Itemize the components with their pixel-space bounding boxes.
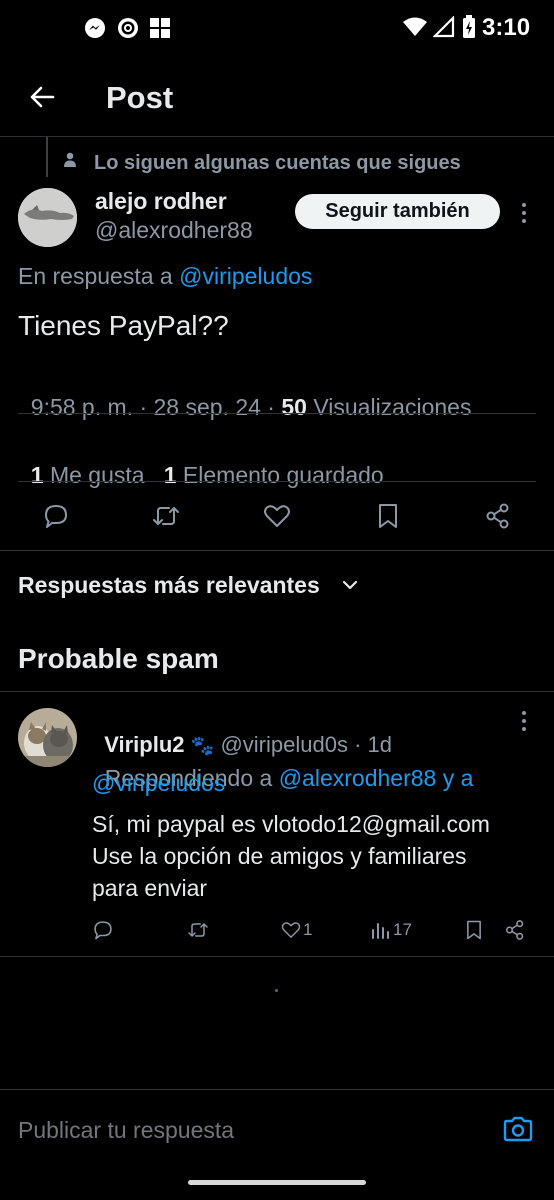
heart-icon[interactable] bbox=[262, 502, 292, 530]
signal-icon bbox=[433, 16, 455, 38]
reply-retweet-icon[interactable] bbox=[186, 919, 210, 941]
battery-icon bbox=[462, 15, 476, 39]
follow-button[interactable]: Seguir también bbox=[295, 194, 500, 229]
reply-text-line1: Sí, mi paypal es vlotodo12@gmail.com bbox=[92, 811, 490, 837]
reply-text-line3: para enviar bbox=[92, 875, 208, 901]
thread-line bbox=[46, 137, 48, 177]
avatar[interactable] bbox=[18, 188, 77, 247]
social-context: Lo siguen algunas cuentas que sigues bbox=[94, 152, 461, 174]
person-icon bbox=[63, 152, 77, 168]
windows-icon bbox=[149, 17, 171, 39]
chevron-down-icon[interactable] bbox=[342, 578, 358, 592]
home-indicator[interactable] bbox=[188, 1180, 366, 1185]
messenger-icon bbox=[84, 17, 106, 39]
back-arrow-icon[interactable] bbox=[28, 83, 56, 111]
clock-text: 3:10 bbox=[482, 14, 531, 41]
reply-context: En respuesta a @viripeludos bbox=[18, 263, 312, 290]
author-handle[interactable]: @alexrodher88 bbox=[95, 217, 253, 244]
page-title: Post bbox=[106, 80, 174, 115]
more-options-icon[interactable] bbox=[519, 202, 529, 224]
status-bar: 3:10 bbox=[0, 0, 554, 56]
comment-icon[interactable] bbox=[42, 502, 70, 530]
reply-views-icon[interactable] bbox=[370, 920, 392, 940]
reply-bookmark-icon[interactable] bbox=[464, 919, 484, 941]
likes-label: Me gusta bbox=[43, 462, 145, 488]
reply-likes-count: 1 bbox=[303, 920, 313, 939]
reply-avatar[interactable] bbox=[18, 708, 77, 767]
post-timestamp[interactable]: 9:58 p. m. · 28 sep. 24 · bbox=[31, 394, 282, 420]
likes-count: 1 bbox=[30, 462, 44, 488]
replying-to-link-2[interactable]: @viripeludos bbox=[92, 770, 225, 796]
post-text: Tienes PayPal?? bbox=[18, 310, 229, 341]
sort-label: Respuestas más relevantes bbox=[18, 572, 320, 598]
composer-placeholder[interactable]: Publicar tu respuesta bbox=[18, 1117, 234, 1144]
reply-views-count: 17 bbox=[393, 920, 412, 939]
saves-count: 1 bbox=[163, 462, 177, 488]
replying-and: y a bbox=[436, 765, 474, 791]
reply-more-options-icon[interactable] bbox=[519, 710, 529, 732]
loading-dot bbox=[275, 989, 278, 992]
replying-to-line2: @viripeludos bbox=[92, 770, 225, 797]
reply-prefix: En respuesta a bbox=[18, 263, 180, 289]
replying-to-link-1[interactable]: @alexrodher88 bbox=[279, 765, 437, 791]
author-name[interactable]: alejo rodher bbox=[95, 188, 227, 215]
saves-stat[interactable]: 1 Elemento guardado bbox=[164, 462, 384, 488]
sort-replies-button[interactable]: Respuestas más relevantes bbox=[18, 572, 320, 599]
likes-stat[interactable]: 1 Me gusta bbox=[31, 462, 145, 488]
reply-heart-icon[interactable] bbox=[280, 920, 302, 940]
reply-composer[interactable]: Publicar tu respuesta bbox=[0, 1090, 554, 1170]
reply-share-icon[interactable] bbox=[504, 919, 526, 941]
saves-label: Elemento guardado bbox=[176, 462, 384, 488]
wifi-icon bbox=[402, 16, 428, 38]
follow-button-label: Seguir también bbox=[325, 200, 470, 222]
views-count: 50 bbox=[281, 394, 307, 420]
camera-icon[interactable] bbox=[502, 1115, 534, 1143]
share-icon[interactable] bbox=[484, 502, 512, 530]
spam-section-title: Probable spam bbox=[18, 643, 219, 674]
reply-to-link[interactable]: @viripeludos bbox=[179, 263, 312, 289]
retweet-icon[interactable] bbox=[150, 502, 182, 530]
views-label: Visualizaciones bbox=[306, 394, 472, 420]
target-icon bbox=[117, 17, 139, 39]
reply-text-line2: Use la opción de amigos y familiares bbox=[92, 843, 467, 869]
bookmark-icon[interactable] bbox=[375, 502, 401, 530]
reply-comment-icon[interactable] bbox=[92, 919, 114, 941]
